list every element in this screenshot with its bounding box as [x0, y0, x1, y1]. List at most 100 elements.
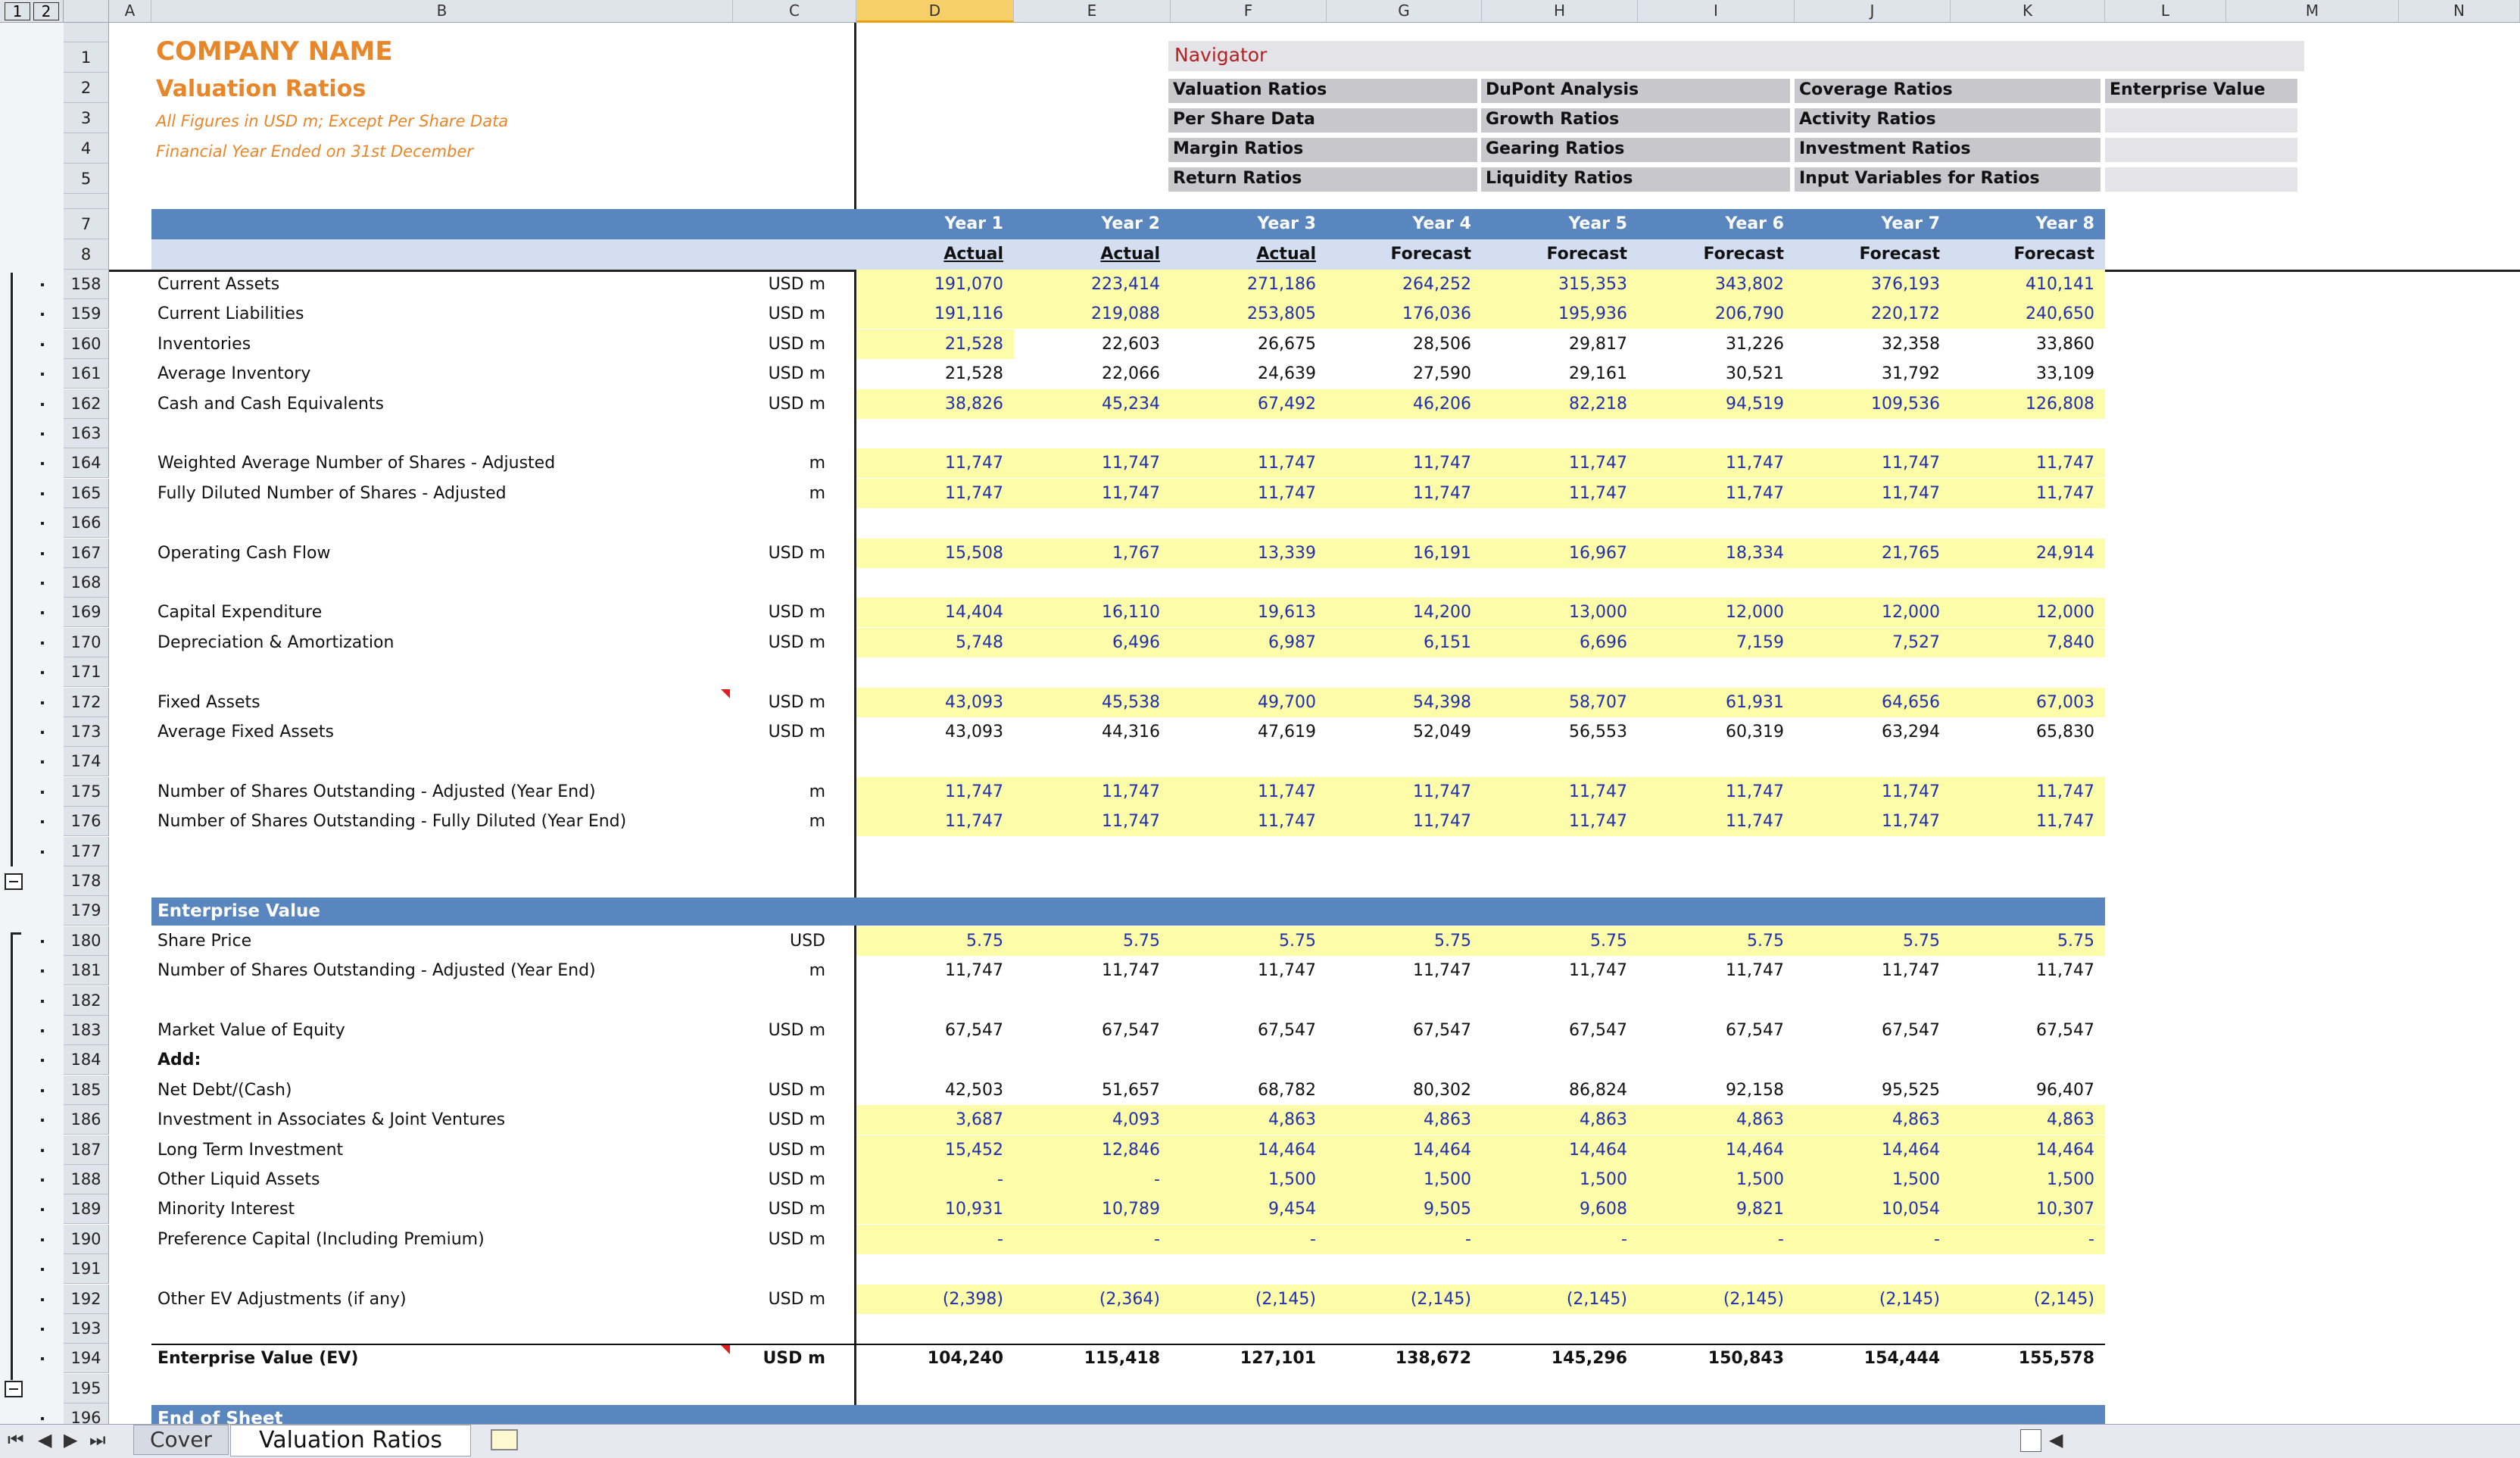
- value-cell[interactable]: 1,500: [1482, 1165, 1638, 1194]
- value-cell[interactable]: 6,151: [1327, 628, 1482, 657]
- value-cell[interactable]: 12,000: [1638, 598, 1795, 627]
- value-cell[interactable]: 67,547: [1795, 1016, 1951, 1045]
- row-header-191[interactable]: 191: [64, 1254, 109, 1284]
- value-cell[interactable]: 33,860: [1951, 329, 2105, 359]
- value-cell[interactable]: 11,747: [1482, 479, 1638, 508]
- value-cell[interactable]: 11,747: [1482, 956, 1638, 985]
- value-cell[interactable]: (2,145): [1482, 1285, 1638, 1314]
- value-cell[interactable]: 61,931: [1638, 688, 1795, 717]
- value-cell[interactable]: 223,414: [1014, 270, 1171, 299]
- row-header-1[interactable]: 1: [64, 42, 109, 73]
- row-header-166[interactable]: 166: [64, 508, 109, 538]
- value-cell[interactable]: 4,863: [1327, 1105, 1482, 1135]
- value-cell[interactable]: 28,506: [1327, 329, 1482, 359]
- value-cell[interactable]: 14,464: [1951, 1135, 2105, 1165]
- row-header-192[interactable]: 192: [64, 1285, 109, 1314]
- row-header-6[interactable]: [64, 194, 109, 209]
- row-header-185[interactable]: 185: [64, 1076, 109, 1105]
- row-header-170[interactable]: 170: [64, 628, 109, 657]
- outline-collapse-button[interactable]: [5, 873, 23, 890]
- value-cell[interactable]: 219,088: [1014, 299, 1171, 329]
- row-header-182[interactable]: 182: [64, 986, 109, 1016]
- row-header-2[interactable]: 2: [64, 73, 109, 103]
- value-cell[interactable]: 150,843: [1638, 1344, 1795, 1373]
- value-cell[interactable]: 11,747: [856, 448, 1014, 478]
- value-cell[interactable]: -: [1014, 1225, 1171, 1254]
- value-cell[interactable]: 31,226: [1638, 329, 1795, 359]
- value-cell[interactable]: -: [1171, 1225, 1327, 1254]
- value-cell[interactable]: 376,193: [1795, 270, 1951, 299]
- value-cell[interactable]: 11,747: [856, 479, 1014, 508]
- value-cell[interactable]: 9,505: [1327, 1194, 1482, 1224]
- value-cell[interactable]: 253,805: [1171, 299, 1327, 329]
- value-cell[interactable]: 49,700: [1171, 688, 1327, 717]
- row-header-4[interactable]: 4: [64, 133, 109, 164]
- value-cell[interactable]: 5.75: [856, 926, 1014, 956]
- value-cell[interactable]: 1,500: [1171, 1165, 1327, 1194]
- value-cell[interactable]: 11,747: [1951, 777, 2105, 807]
- insert-sheet-icon[interactable]: [491, 1429, 518, 1450]
- value-cell[interactable]: 15,452: [856, 1135, 1014, 1165]
- row-header-193[interactable]: 193: [64, 1314, 109, 1344]
- value-cell[interactable]: 47,619: [1171, 717, 1327, 747]
- value-cell[interactable]: 240,650: [1951, 299, 2105, 329]
- column-header-g[interactable]: G: [1327, 0, 1482, 23]
- value-cell[interactable]: 154,444: [1795, 1344, 1951, 1373]
- tab-nav-next-icon[interactable]: ▶: [64, 1429, 77, 1450]
- value-cell[interactable]: 94,519: [1638, 389, 1795, 419]
- value-cell[interactable]: 11,747: [1327, 448, 1482, 478]
- value-cell[interactable]: 9,454: [1171, 1194, 1327, 1224]
- value-cell[interactable]: 67,547: [1638, 1016, 1795, 1045]
- row-header-183[interactable]: 183: [64, 1016, 109, 1045]
- value-cell[interactable]: 14,464: [1795, 1135, 1951, 1165]
- value-cell[interactable]: 14,464: [1638, 1135, 1795, 1165]
- nav-button-growth-ratios[interactable]: Growth Ratios: [1481, 108, 1790, 133]
- value-cell[interactable]: 16,110: [1014, 598, 1171, 627]
- value-cell[interactable]: 67,547: [1951, 1016, 2105, 1045]
- value-cell[interactable]: 11,747: [1327, 479, 1482, 508]
- value-cell[interactable]: 31,792: [1795, 359, 1951, 389]
- value-cell[interactable]: 29,817: [1482, 329, 1638, 359]
- value-cell[interactable]: 11,747: [1482, 448, 1638, 478]
- tab-nav-prev-icon[interactable]: ◀: [38, 1429, 51, 1450]
- value-cell[interactable]: 29,161: [1482, 359, 1638, 389]
- tab-valuation-ratios[interactable]: Valuation Ratios: [230, 1425, 471, 1456]
- row-header-176[interactable]: 176: [64, 807, 109, 836]
- row-header-177[interactable]: 177: [64, 837, 109, 866]
- value-cell[interactable]: 5,748: [856, 628, 1014, 657]
- hscroll-left-icon[interactable]: ◀: [2049, 1429, 2063, 1450]
- value-cell[interactable]: 5.75: [1482, 926, 1638, 956]
- value-cell[interactable]: 46,206: [1327, 389, 1482, 419]
- value-cell[interactable]: 11,747: [856, 807, 1014, 836]
- nav-button-input-variables-for-ratios[interactable]: Input Variables for Ratios: [1795, 167, 2101, 192]
- row-header-3[interactable]: 3: [64, 103, 109, 133]
- nav-button-enterprise-value[interactable]: Enterprise Value: [2105, 79, 2297, 103]
- row-header-172[interactable]: 172: [64, 688, 109, 717]
- row-header-164[interactable]: 164: [64, 448, 109, 478]
- column-header-n[interactable]: N: [2399, 0, 2520, 23]
- row-header-189[interactable]: 189: [64, 1194, 109, 1224]
- value-cell[interactable]: 16,967: [1482, 539, 1638, 568]
- value-cell[interactable]: 92,158: [1638, 1076, 1795, 1105]
- value-cell[interactable]: 11,747: [1951, 956, 2105, 985]
- value-cell[interactable]: 4,863: [1951, 1105, 2105, 1135]
- column-header-d[interactable]: D: [856, 0, 1014, 23]
- value-cell[interactable]: (2,145): [1795, 1285, 1951, 1314]
- value-cell[interactable]: 58,707: [1482, 688, 1638, 717]
- value-cell[interactable]: 11,747: [1171, 777, 1327, 807]
- row-header-190[interactable]: 190: [64, 1225, 109, 1254]
- value-cell[interactable]: 206,790: [1638, 299, 1795, 329]
- value-cell[interactable]: 9,821: [1638, 1194, 1795, 1224]
- value-cell[interactable]: 11,747: [1795, 448, 1951, 478]
- value-cell[interactable]: 24,639: [1171, 359, 1327, 389]
- row-header-158[interactable]: 158: [64, 270, 109, 299]
- row-header-187[interactable]: 187: [64, 1135, 109, 1165]
- outline-collapse-button[interactable]: [5, 1381, 23, 1397]
- value-cell[interactable]: 18,334: [1638, 539, 1795, 568]
- value-cell[interactable]: 11,747: [1014, 479, 1171, 508]
- value-cell[interactable]: 12,846: [1014, 1135, 1171, 1165]
- column-header-i[interactable]: I: [1638, 0, 1795, 23]
- value-cell[interactable]: 343,802: [1638, 270, 1795, 299]
- value-cell[interactable]: 10,307: [1951, 1194, 2105, 1224]
- row-header-165[interactable]: 165: [64, 479, 109, 508]
